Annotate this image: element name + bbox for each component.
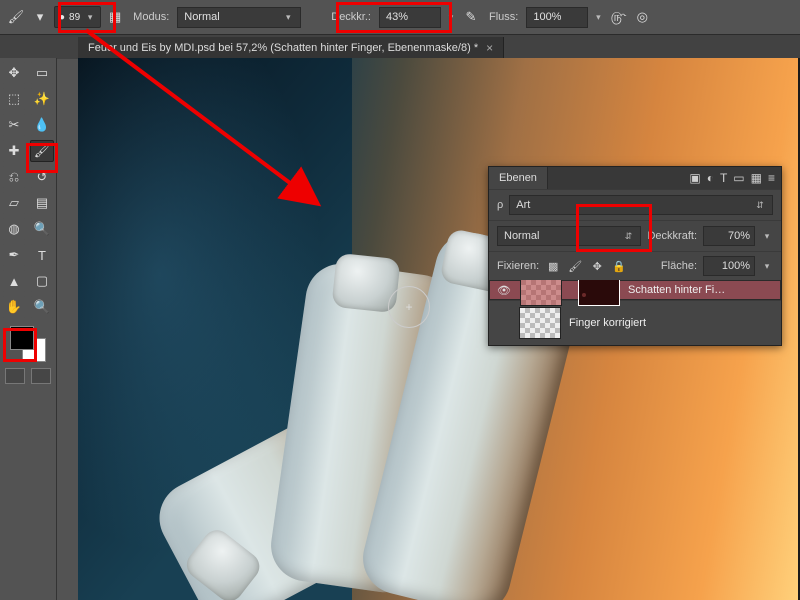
lock-label: Fixieren: xyxy=(497,260,539,272)
brush-cursor: + xyxy=(388,286,430,328)
flow-value: 100% xyxy=(533,11,561,23)
layer-item[interactable]: 👁 Schatten hinter Fi… xyxy=(489,280,781,300)
filter-shape-icon[interactable]: ▭ xyxy=(733,171,744,185)
marquee-tool[interactable]: ⬚ xyxy=(2,88,26,110)
lock-all-icon[interactable]: 🔒 xyxy=(611,260,627,273)
foreground-color[interactable] xyxy=(10,326,34,350)
options-bar: 🖌 ▾ ● 89 ▾ ▦ Modus: Normal ▾ Deckkr.: 43… xyxy=(0,0,800,35)
layer-kind-select[interactable]: Art⇵ xyxy=(509,195,773,215)
screenmode-toggle[interactable] xyxy=(31,368,51,384)
pen-tool[interactable]: ✒ xyxy=(2,244,26,266)
layer-name[interactable]: Finger korrigiert xyxy=(569,317,646,329)
visibility-icon[interactable]: 👁 xyxy=(496,284,512,297)
shape-tool[interactable]: ▢ xyxy=(30,270,54,292)
magic-wand-tool[interactable]: ✨ xyxy=(30,88,54,110)
crop-tool[interactable]: ✂ xyxy=(2,114,26,136)
filter-adjust-icon[interactable]: ◐ xyxy=(707,171,714,185)
layer-opacity-label: Deckkraft: xyxy=(647,230,697,242)
flow-label: Fluss: xyxy=(489,11,518,23)
canvas-area[interactable]: + Ebenen ▣ ◐ T ▭ ▦ ≡ ρ Art⇵ Normal⇵ Deck… xyxy=(78,58,800,600)
hand-tool[interactable]: ✋ xyxy=(2,296,26,318)
chevron-down-icon[interactable]: ▾ xyxy=(761,231,773,242)
flow-input[interactable]: 100% xyxy=(526,7,588,28)
brush-panel-toggle[interactable]: ▦ xyxy=(105,7,125,27)
tool-preset-dropdown[interactable]: ▾ xyxy=(30,7,50,27)
mode-label: Modus: xyxy=(133,11,169,23)
document-tab-bar: Feuer und Eis by MDI.psd bei 57,2% (Scha… xyxy=(0,35,800,59)
eraser-tool[interactable]: ▱ xyxy=(2,192,26,214)
airbrush-icon[interactable]: ௹ xyxy=(608,7,628,27)
brush-dot-icon: ● xyxy=(59,12,65,23)
path-select-tool[interactable]: ▲ xyxy=(2,270,26,292)
panel-menu-icon[interactable]: ≡ xyxy=(768,171,775,185)
layer-item[interactable]: Finger korrigiert xyxy=(489,300,781,345)
zoom-tool[interactable]: 🔍 xyxy=(30,296,54,318)
healing-brush-tool[interactable]: ✚ xyxy=(2,140,26,162)
blend-mode-select[interactable]: Normal ▾ xyxy=(177,7,301,28)
layer-opacity-input[interactable]: 70% xyxy=(703,226,755,246)
tab-layers[interactable]: Ebenen xyxy=(489,167,548,189)
opacity-label: Deckkr.: xyxy=(331,11,371,23)
lock-pixels-icon[interactable]: 🖌 xyxy=(567,260,583,273)
pressure-size-icon[interactable]: ◎ xyxy=(632,7,652,27)
layer-list: 👁 Schatten hinter Fi… Finger korrigiert xyxy=(489,280,781,345)
document-title: Feuer und Eis by MDI.psd bei 57,2% (Scha… xyxy=(88,42,478,54)
brush-preset-icon[interactable]: 🖌 xyxy=(6,7,26,27)
eyedropper-tool[interactable]: 💧 xyxy=(30,114,54,136)
blend-mode-value: Normal xyxy=(184,11,219,23)
lock-transparent-icon[interactable]: ▩ xyxy=(545,260,561,273)
dodge-tool[interactable]: 🔍 xyxy=(30,218,54,240)
layer-name[interactable]: Schatten hinter Fi… xyxy=(628,284,725,296)
brush-size-value: 89 xyxy=(69,12,80,23)
move-tool[interactable]: ✥ xyxy=(2,62,26,84)
layer-blend-select[interactable]: Normal⇵ xyxy=(497,226,641,246)
brush-tool[interactable]: 🖌 xyxy=(30,140,54,162)
opacity-input[interactable]: 43% xyxy=(379,7,441,28)
opacity-dropdown[interactable]: ▾ xyxy=(445,12,457,23)
layer-thumbnail[interactable] xyxy=(519,307,561,339)
pressure-opacity-icon[interactable]: ✎ xyxy=(461,7,481,27)
close-icon[interactable]: × xyxy=(486,41,493,55)
opacity-value: 43% xyxy=(386,11,408,23)
filter-type-icon[interactable]: T xyxy=(720,171,727,185)
brush-size-picker[interactable]: ● 89 ▾ xyxy=(54,6,101,28)
layer-mask-thumbnail[interactable] xyxy=(578,280,620,306)
clone-stamp-tool[interactable]: ⎌ xyxy=(2,166,26,188)
filter-smart-icon[interactable]: ▦ xyxy=(751,171,762,185)
layers-panel: Ebenen ▣ ◐ T ▭ ▦ ≡ ρ Art⇵ Normal⇵ Deckkr… xyxy=(488,166,782,346)
history-brush-tool[interactable]: ↺ xyxy=(30,166,54,188)
document-tab[interactable]: Feuer und Eis by MDI.psd bei 57,2% (Scha… xyxy=(78,37,504,59)
artboard-tool[interactable]: ▭ xyxy=(30,62,54,84)
gradient-tool[interactable]: ▤ xyxy=(30,192,54,214)
fingernail xyxy=(181,525,265,600)
chevron-down-icon[interactable]: ▾ xyxy=(761,261,773,272)
quickmask-toggle[interactable] xyxy=(5,368,25,384)
filter-image-icon[interactable]: ▣ xyxy=(689,171,700,185)
color-swatch[interactable] xyxy=(10,326,46,362)
fill-input[interactable]: 100% xyxy=(703,256,755,276)
layer-thumbnail[interactable] xyxy=(520,280,562,306)
chevron-down-icon: ▾ xyxy=(282,12,294,23)
blur-tool[interactable]: ◍ xyxy=(2,218,26,240)
flow-dropdown[interactable]: ▾ xyxy=(592,12,604,23)
panel-tabs: Ebenen ▣ ◐ T ▭ ▦ ≡ xyxy=(489,167,781,189)
type-tool[interactable]: T xyxy=(30,244,54,266)
chevron-down-icon: ▾ xyxy=(84,12,96,23)
lock-position-icon[interactable]: ✥ xyxy=(589,260,605,273)
tools-panel: ✥▭ ⬚✨ ✂💧 ✚🖌 ⎌↺ ▱▤ ◍🔍 ✒T ▲▢ ✋🔍 xyxy=(0,58,57,600)
fill-label: Fläche: xyxy=(661,260,697,272)
